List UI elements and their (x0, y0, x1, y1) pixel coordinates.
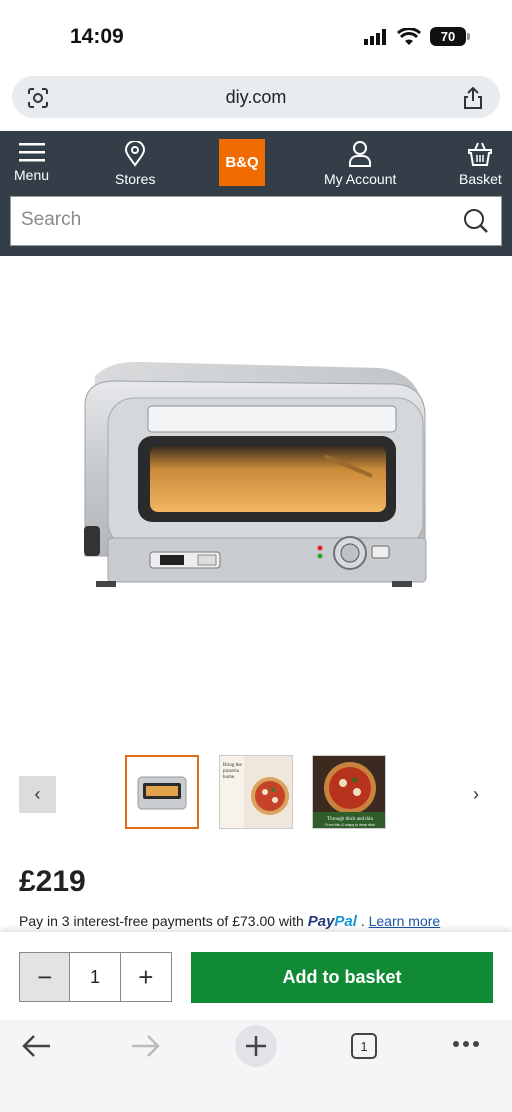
quantity-value[interactable]: 1 (70, 953, 121, 1001)
bq-logo[interactable]: B&Q (219, 139, 265, 186)
carousel-next-button[interactable]: › (466, 782, 486, 806)
thumbnail-3[interactable]: Through thick and thin From thin & crisp… (312, 755, 386, 829)
browser-toolbar: 1 (0, 1020, 512, 1112)
svg-text:Bring the: Bring the (223, 763, 243, 768)
arrow-left-icon (22, 1035, 50, 1057)
account-button[interactable]: My Account (324, 141, 396, 187)
svg-text:home.: home. (223, 775, 235, 780)
status-bar: 14:09 70 (0, 0, 512, 72)
url-text[interactable]: diy.com (12, 87, 500, 108)
new-tab-button[interactable] (235, 1025, 277, 1067)
paypal-info: Pay in 3 interest-free payments of £73.0… (19, 913, 441, 930)
clock: 14:09 (70, 25, 124, 48)
user-icon (349, 141, 372, 167)
hamburger-icon (18, 143, 45, 162)
signal-icon (364, 28, 386, 45)
search-icon[interactable] (463, 208, 489, 234)
thumbnail-2[interactable]: Bring the pizzeria home. (219, 755, 293, 829)
search-input[interactable] (11, 197, 431, 243)
stores-button[interactable]: Stores (115, 141, 155, 187)
wifi-icon (397, 27, 421, 45)
product-price: £219 (19, 865, 86, 898)
thumbnail-1[interactable] (125, 755, 199, 829)
address-bar[interactable]: diy.com (12, 76, 500, 118)
learn-more-link[interactable]: Learn more (369, 913, 441, 929)
pizza-slice-thumbnail-image: Through thick and thin From thin & crisp… (313, 756, 385, 828)
paypal-text: Pay in 3 interest-free payments of £73.0… (19, 913, 304, 929)
quantity-increase-button[interactable]: + (121, 953, 171, 1001)
thumbnail-carousel: ‹ Bring the pizzeria home. Through thick… (0, 752, 512, 836)
basket-icon (468, 142, 493, 166)
add-to-basket-button[interactable]: Add to basket (191, 952, 493, 1003)
stores-label: Stores (115, 171, 156, 187)
search-box (10, 196, 502, 246)
location-pin-icon (125, 141, 146, 167)
quantity-stepper: − 1 + (19, 952, 172, 1002)
chevron-right-icon: › (473, 783, 479, 804)
menu-label: Menu (14, 167, 50, 183)
product-image[interactable] (0, 256, 512, 746)
tabs-button[interactable]: 1 (351, 1033, 377, 1059)
share-icon[interactable] (462, 86, 484, 110)
arrow-right-icon (132, 1035, 160, 1057)
pizza-home-thumbnail-image: Bring the pizzeria home. (220, 756, 292, 828)
more-button[interactable] (452, 1040, 480, 1048)
status-icons: 70 (364, 27, 470, 46)
battery-icon: 70 (430, 27, 470, 46)
menu-button[interactable]: Menu (14, 141, 49, 183)
forward-button[interactable] (130, 1032, 162, 1060)
carousel-prev-button[interactable]: ‹ (19, 776, 56, 813)
quantity-decrease-button[interactable]: − (20, 953, 71, 1001)
basket-button[interactable]: Basket (459, 141, 502, 187)
plus-icon (246, 1036, 266, 1056)
pizza-oven-image (84, 361, 427, 587)
account-label: My Account (324, 171, 397, 187)
site-header: Menu Stores B&Q My Account Basket (0, 131, 512, 256)
svg-text:From thin & crispy to deep dis: From thin & crispy to deep dish (325, 823, 375, 827)
chevron-left-icon: ‹ (34, 784, 41, 804)
oven-thumbnail-image (127, 757, 197, 827)
tabs-count-icon: 1 (351, 1033, 377, 1059)
paypal-logo: PayPal (307, 913, 357, 930)
add-to-basket-bar: − 1 + Add to basket (0, 932, 512, 1020)
basket-label: Basket (459, 171, 502, 187)
svg-text:Through thick and thin: Through thick and thin (327, 817, 373, 822)
svg-text:pizzeria: pizzeria (223, 769, 240, 774)
more-dots-icon (453, 1041, 479, 1047)
back-button[interactable] (20, 1032, 52, 1060)
